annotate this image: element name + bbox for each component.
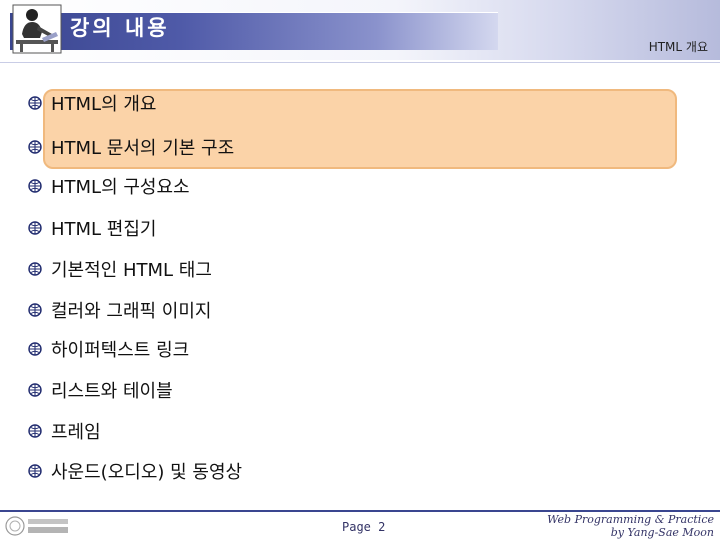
outline-item: 프레임 xyxy=(28,416,101,446)
outline-item-label: HTML의 구성요소 xyxy=(51,177,190,198)
credit-block: Web Programming & Practice by Yang-Sae M… xyxy=(547,513,714,539)
globe-bullet-icon xyxy=(28,179,42,193)
outline-item: HTML 편집기 xyxy=(28,213,157,243)
outline-item: HTML의 구성요소 xyxy=(28,171,190,201)
outline-item: HTML의 개요 xyxy=(28,88,157,118)
outline-item-label: 하이퍼텍스트 링크 xyxy=(51,340,190,361)
globe-bullet-icon xyxy=(28,383,42,397)
outline-item: 기본적인 HTML 태그 xyxy=(28,254,212,284)
outline-item-label: 기본적인 HTML 태그 xyxy=(51,260,212,281)
outline-item-label: 리스트와 테이블 xyxy=(51,381,173,402)
outline-item-label: 사운드(오디오) 및 동영상 xyxy=(51,462,243,483)
footer-line xyxy=(0,510,720,512)
outline-item: 컬러와 그래픽 이미지 xyxy=(28,295,211,325)
outline-item-label: HTML의 개요 xyxy=(51,94,157,115)
globe-bullet-icon xyxy=(28,140,42,154)
globe-bullet-icon xyxy=(28,262,42,276)
outline-item: 사운드(오디오) 및 동영상 xyxy=(28,456,242,486)
course-title: Web Programming & Practice xyxy=(547,513,714,526)
globe-bullet-icon xyxy=(28,424,42,438)
globe-bullet-icon xyxy=(28,96,42,110)
globe-bullet-icon xyxy=(28,342,42,356)
university-logo-icon xyxy=(5,516,68,536)
outline-list: HTML의 개요 HTML 문서의 기본 구조 HTML의 구성요소 HTML … xyxy=(0,0,720,540)
outline-item: 리스트와 테이블 xyxy=(28,375,173,405)
outline-item-label: HTML 문서의 기본 구조 xyxy=(51,138,235,159)
outline-item-label: 컬러와 그래픽 이미지 xyxy=(51,301,212,322)
globe-bullet-icon xyxy=(28,464,42,478)
author-line: by Yang-Sae Moon xyxy=(610,526,714,539)
globe-bullet-icon xyxy=(28,221,42,235)
globe-bullet-icon xyxy=(28,303,42,317)
outline-item-label: 프레임 xyxy=(51,422,101,443)
page-number: Page 2 xyxy=(342,520,386,534)
outline-item: 하이퍼텍스트 링크 xyxy=(28,334,189,364)
outline-item: HTML 문서의 기본 구조 xyxy=(28,132,234,162)
outline-item-label: HTML 편집기 xyxy=(51,219,157,240)
